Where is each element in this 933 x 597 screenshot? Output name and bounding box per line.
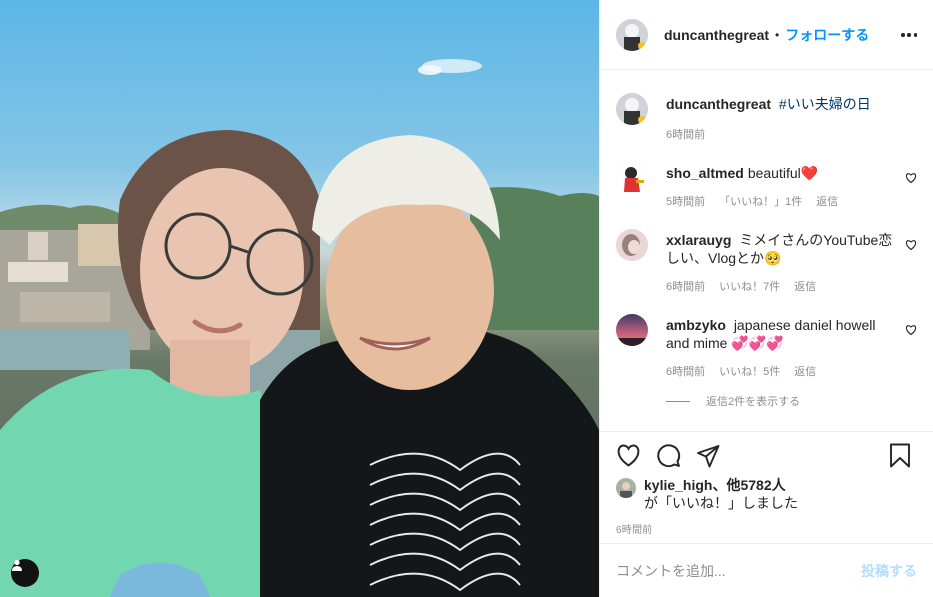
view-replies-button[interactable]: 返信2件を表示する xyxy=(666,393,917,409)
comment-like-count[interactable]: いいね！5件 xyxy=(719,363,780,379)
comment-item: ambzyko japanese daniel howell and mime … xyxy=(616,314,917,379)
user-tag-icon xyxy=(12,559,22,571)
share-icon[interactable] xyxy=(696,442,724,470)
comment-heart-icon[interactable] xyxy=(905,324,917,336)
comment-like-count[interactable]: いいね！7件 xyxy=(719,278,780,294)
caption-time[interactable]: 6時間前 xyxy=(666,126,705,142)
comment-like-count[interactable]: 「いいね！」1件 xyxy=(719,193,802,209)
photo-illustration xyxy=(0,59,599,597)
author-avatar[interactable] xyxy=(616,18,648,51)
comment-input[interactable] xyxy=(616,562,861,579)
likes-suffix: が「いいね！」しました xyxy=(644,495,798,511)
liker-avatar[interactable] xyxy=(616,478,636,498)
comment-item: sho_altmed beautiful❤️ 5時間前 「いいね！」1件 返信 xyxy=(616,162,917,209)
comment-heart-icon[interactable] xyxy=(905,239,917,251)
comment-text: beautiful❤️ xyxy=(747,165,819,181)
more-options-icon[interactable] xyxy=(901,24,917,46)
post-header: duncanthegreat • フォローする xyxy=(600,0,933,70)
comment-icon[interactable] xyxy=(656,442,684,470)
comment-avatar[interactable] xyxy=(616,162,648,194)
author-username[interactable]: duncanthegreat xyxy=(664,27,769,43)
comment-item: xxlarauyg ミメイさんのYouTube恋しい、Vlogとか🥺 6時間前 … xyxy=(616,229,917,294)
comment-time[interactable]: 6時間前 xyxy=(666,363,705,379)
reply-button[interactable]: 返信 xyxy=(794,278,816,294)
caption-row: duncanthegreat #いい夫婦の日 6時間前 xyxy=(616,93,917,142)
likes-summary: kylie_high、他5782人 が「いいね！」しました xyxy=(616,476,917,512)
comment-username[interactable]: xxlarauyg xyxy=(666,232,731,248)
reply-button[interactable]: 返信 xyxy=(816,193,838,209)
post-photo[interactable] xyxy=(0,0,599,597)
comment-heart-icon[interactable] xyxy=(905,172,917,184)
replies-divider xyxy=(666,400,690,402)
post-timestamp[interactable]: 6時間前 xyxy=(616,521,652,536)
comment-username[interactable]: ambzyko xyxy=(666,317,726,333)
separator-dot: • xyxy=(775,27,780,42)
user-tag-button[interactable] xyxy=(11,559,39,587)
other-likers[interactable]: 、他5782人 xyxy=(712,477,785,493)
comment-username[interactable]: sho_altmed xyxy=(666,165,744,181)
bookmark-icon[interactable] xyxy=(889,442,917,470)
liker-username[interactable]: kylie_high xyxy=(644,477,712,493)
post-comment-button[interactable]: 投稿する xyxy=(861,561,917,581)
comment-time[interactable]: 5時間前 xyxy=(666,193,705,209)
caption-hashtag[interactable]: #いい夫婦の日 xyxy=(779,96,871,112)
heart-icon[interactable] xyxy=(616,442,644,470)
add-comment-bar: 投稿する xyxy=(600,543,933,597)
view-replies-label: 返信2件を表示する xyxy=(706,396,801,408)
post-actions-bar xyxy=(600,431,933,479)
post-side-panel: duncanthegreat • フォローする duncanthegreat #… xyxy=(599,0,933,597)
caption-username[interactable]: duncanthegreat xyxy=(666,96,771,112)
comment-time[interactable]: 6時間前 xyxy=(666,278,705,294)
caption-avatar[interactable] xyxy=(616,93,648,125)
comment-avatar[interactable] xyxy=(616,314,648,346)
follow-button[interactable]: フォローする xyxy=(785,25,869,45)
comment-avatar[interactable] xyxy=(616,229,648,261)
reply-button[interactable]: 返信 xyxy=(794,363,816,379)
comments-list[interactable]: duncanthegreat #いい夫婦の日 6時間前 sho_altmed be… xyxy=(600,70,933,430)
